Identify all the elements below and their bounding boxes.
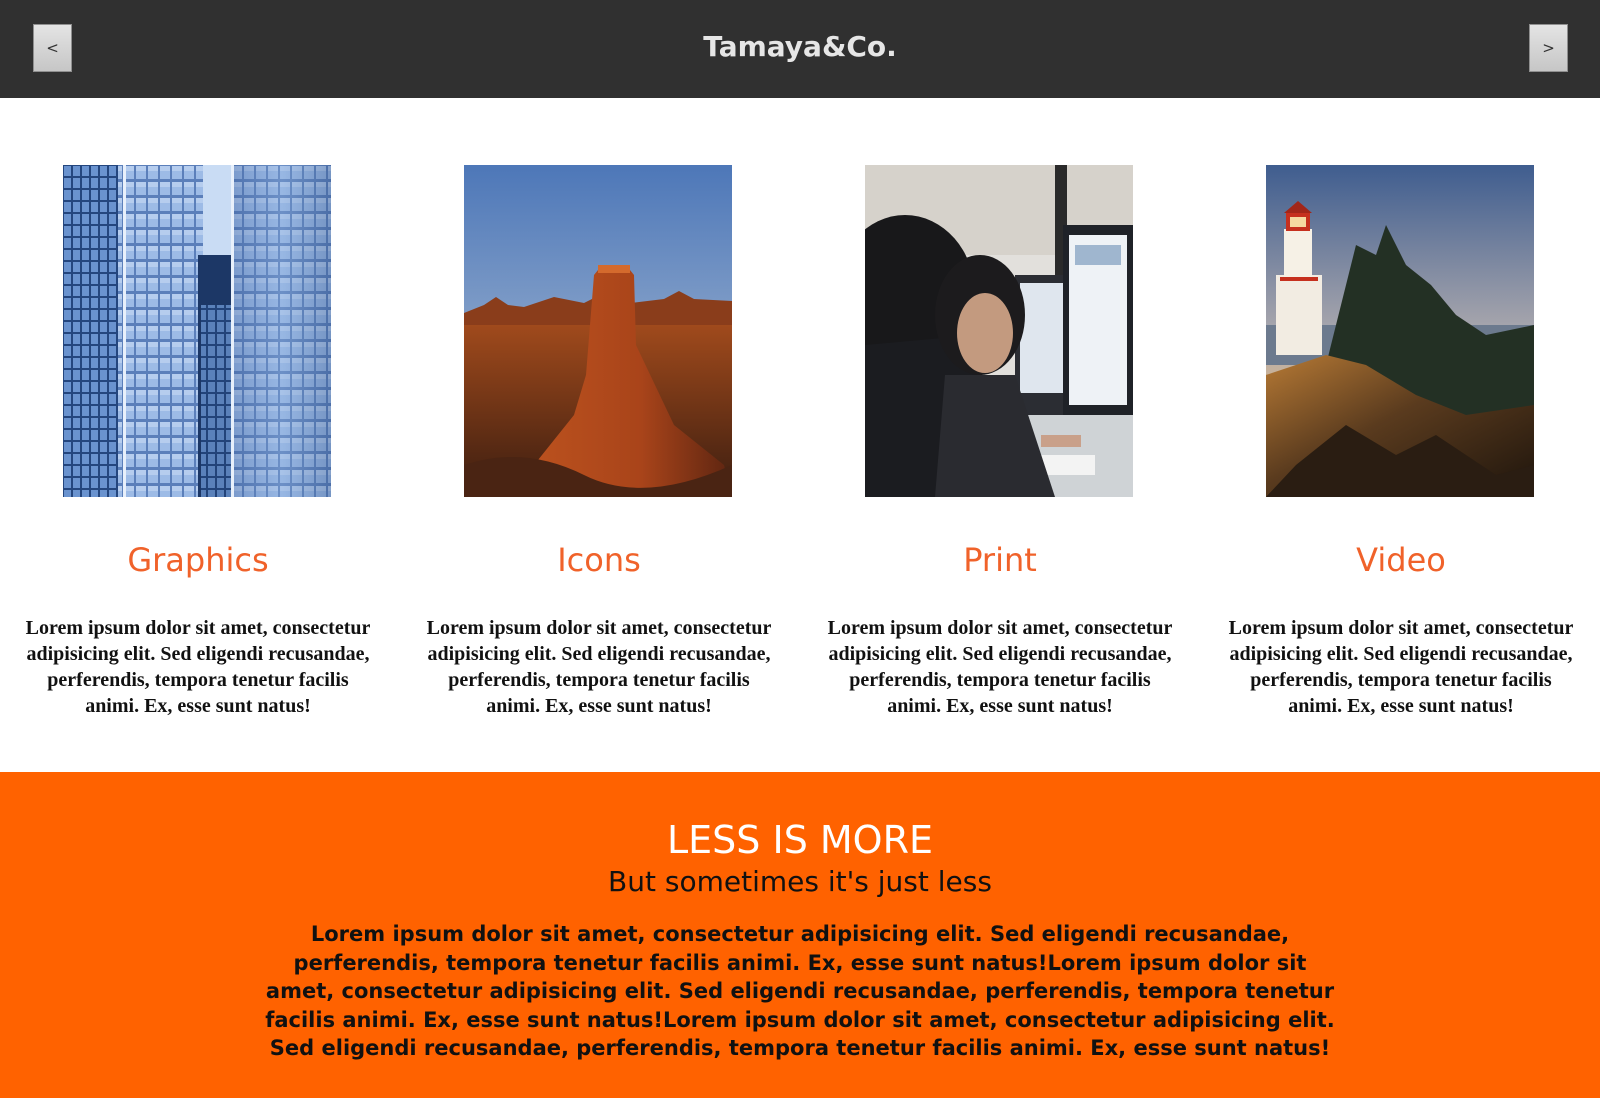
brand-title: Tamaya&Co. bbox=[703, 30, 897, 63]
service-description: Lorem ipsum dolor sit amet, consectetur … bbox=[1228, 617, 1574, 717]
banner-body-text: Lorem ipsum dolor sit amet, consectetur … bbox=[265, 922, 1335, 1060]
site-header: < Tamaya&Co. > bbox=[0, 0, 1600, 98]
services-section: Graphics Lorem ipsum dolor sit amet, con… bbox=[0, 98, 1600, 772]
banner-subheading: But sometimes it's just less bbox=[608, 865, 992, 898]
service-title: Graphics bbox=[127, 541, 269, 579]
less-is-more-banner: LESS IS MORE But sometimes it's just les… bbox=[0, 772, 1600, 1098]
service-description: Lorem ipsum dolor sit amet, consectetur … bbox=[25, 617, 371, 717]
service-title: Video bbox=[1356, 541, 1446, 579]
glass-skyscrapers-photo bbox=[63, 165, 331, 497]
next-button[interactable]: > bbox=[1529, 24, 1568, 72]
coastal-lighthouse-photo bbox=[1266, 165, 1534, 497]
service-description: Lorem ipsum dolor sit amet, consectetur … bbox=[827, 617, 1173, 717]
service-title: Icons bbox=[557, 541, 641, 579]
service-description: Lorem ipsum dolor sit amet, consectetur … bbox=[426, 617, 772, 717]
banner-heading: LESS IS MORE bbox=[666, 818, 934, 862]
service-title: Print bbox=[963, 541, 1037, 579]
desert-butte-photo bbox=[464, 165, 732, 497]
office-workers-computers-photo bbox=[865, 165, 1133, 497]
